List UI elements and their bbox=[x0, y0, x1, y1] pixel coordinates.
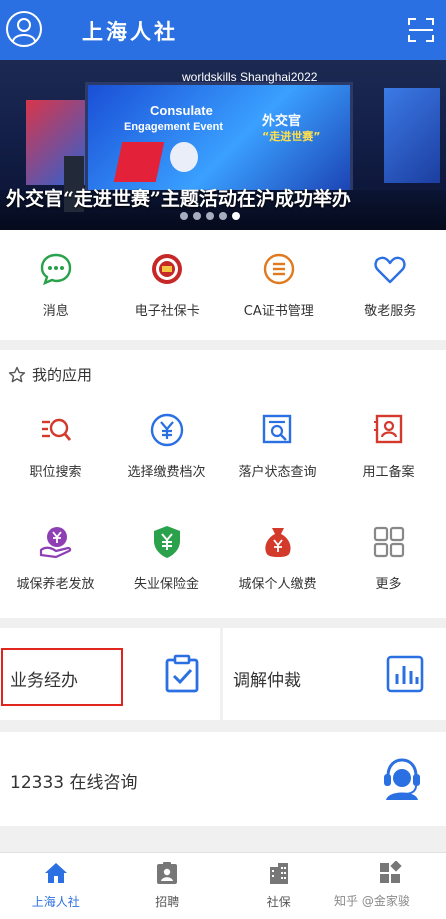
highlight-box bbox=[1, 648, 123, 706]
app-item-label: 城保养老发放 bbox=[16, 577, 95, 592]
money-bag-icon bbox=[264, 528, 291, 557]
my-apps-title: 我的应用 bbox=[32, 366, 93, 384]
tab-social-security[interactable]: 社保 bbox=[223, 853, 335, 919]
quick-item-ca-certificate[interactable]: CA证书管理 bbox=[223, 230, 335, 340]
carousel-dot[interactable] bbox=[206, 212, 214, 220]
watermark-text: 知乎 @金家骏 bbox=[334, 894, 410, 908]
app-item-payment-level[interactable]: 选择缴费档次 bbox=[111, 404, 222, 504]
building-icon bbox=[269, 863, 288, 884]
banner-brand-text: worldskills Shanghai2022 bbox=[182, 70, 318, 84]
job-search-icon bbox=[41, 418, 71, 441]
mediation-arbitration-card[interactable]: 调解仲裁 bbox=[223, 628, 446, 720]
app-item-more[interactable]: 更多 bbox=[333, 516, 444, 616]
certificate-icon bbox=[263, 253, 294, 285]
app-item-employment-record[interactable]: 用工备案 bbox=[333, 404, 444, 504]
scan-icon[interactable] bbox=[408, 17, 434, 43]
employee-record-icon bbox=[373, 414, 402, 444]
bar-chart-icon bbox=[386, 655, 424, 693]
my-apps-header: 我的应用 bbox=[8, 364, 92, 385]
app-item-job-search[interactable]: 职位搜索 bbox=[0, 404, 111, 504]
star-icon bbox=[8, 366, 26, 382]
online-consult-label: 12333 在线咨询 bbox=[10, 773, 138, 793]
my-apps-section: 我的应用 职位搜索 选择缴费档次 落户状态查询 用工备案 城保养老发放 失业保险… bbox=[0, 350, 446, 618]
app-item-personal-payment[interactable]: 城保个人缴费 bbox=[222, 516, 333, 616]
id-badge-icon bbox=[157, 862, 178, 884]
social-security-card-icon bbox=[152, 254, 183, 284]
customer-service-icon bbox=[384, 758, 420, 800]
carousel-dot[interactable] bbox=[193, 212, 201, 220]
banner-chinese-line2: “走进世赛” bbox=[262, 130, 321, 143]
tab-apps[interactable] bbox=[335, 853, 446, 919]
apps-icon bbox=[380, 861, 402, 883]
app-header: 上海人社 bbox=[0, 0, 446, 60]
quick-item-label: 电子社保卡 bbox=[134, 304, 200, 319]
mediation-arbitration-label: 调解仲裁 bbox=[233, 671, 301, 691]
quick-item-label: CA证书管理 bbox=[243, 304, 314, 319]
app-item-settlement-status[interactable]: 落户状态查询 bbox=[222, 404, 333, 504]
home-icon bbox=[44, 863, 67, 883]
app-item-pension[interactable]: 城保养老发放 bbox=[0, 516, 111, 616]
app-item-label: 用工备案 bbox=[362, 465, 415, 480]
banner-red-decoration bbox=[113, 142, 165, 182]
quick-actions: 消息 电子社保卡 CA证书管理 敬老服务 bbox=[0, 230, 446, 340]
quick-item-label: 敬老服务 bbox=[364, 304, 417, 319]
banner-english-line1: Consulate bbox=[150, 103, 213, 118]
carousel-dot-active[interactable] bbox=[232, 212, 240, 220]
quick-item-messages[interactable]: 消息 bbox=[0, 230, 112, 340]
clipboard-check-icon bbox=[165, 654, 199, 693]
pension-hand-icon bbox=[39, 527, 71, 559]
app-item-label: 失业保险金 bbox=[133, 577, 199, 592]
tab-recruitment[interactable]: 招聘 bbox=[112, 853, 224, 919]
more-grid-icon bbox=[373, 526, 404, 558]
tab-label: 社保 bbox=[266, 895, 291, 909]
message-icon bbox=[40, 253, 71, 286]
banner-chinese-line1: 外交官 bbox=[262, 114, 302, 129]
quick-item-label: 消息 bbox=[42, 304, 69, 319]
stage-screen-right bbox=[384, 88, 440, 183]
quick-item-social-card[interactable]: 电子社保卡 bbox=[112, 230, 224, 340]
user-avatar-icon[interactable] bbox=[6, 11, 42, 47]
tab-label: 上海人社 bbox=[31, 895, 80, 909]
carousel-dot[interactable] bbox=[180, 212, 188, 220]
app-title: 上海人社 bbox=[82, 20, 178, 44]
banner-english-line2: Engagement Event bbox=[124, 121, 224, 133]
app-item-label: 城保个人缴费 bbox=[238, 577, 317, 592]
mascot-image bbox=[170, 142, 198, 172]
document-search-icon bbox=[262, 414, 291, 444]
app-item-unemployment[interactable]: 失业保险金 bbox=[111, 516, 222, 616]
heart-icon bbox=[374, 256, 406, 284]
news-banner[interactable]: worldskills Shanghai2022 Consulate Engag… bbox=[0, 60, 446, 230]
app-item-label: 职位搜索 bbox=[29, 465, 82, 480]
shield-yuan-icon bbox=[153, 526, 180, 558]
carousel-dot[interactable] bbox=[219, 212, 227, 220]
yuan-circle-icon bbox=[150, 413, 183, 447]
tab-label: 招聘 bbox=[155, 895, 180, 909]
tab-home[interactable]: 上海人社 bbox=[0, 853, 112, 919]
online-consult-card[interactable]: 12333 在线咨询 bbox=[0, 732, 446, 826]
app-item-label: 选择缴费档次 bbox=[127, 465, 206, 480]
carousel-dots[interactable] bbox=[180, 212, 240, 220]
app-item-label: 更多 bbox=[375, 577, 402, 592]
app-item-label: 落户状态查询 bbox=[238, 465, 317, 480]
quick-item-elderly-service[interactable]: 敬老服务 bbox=[335, 230, 446, 340]
banner-caption: 外交官“走进世赛”主题活动在沪成功举办 bbox=[6, 188, 351, 210]
